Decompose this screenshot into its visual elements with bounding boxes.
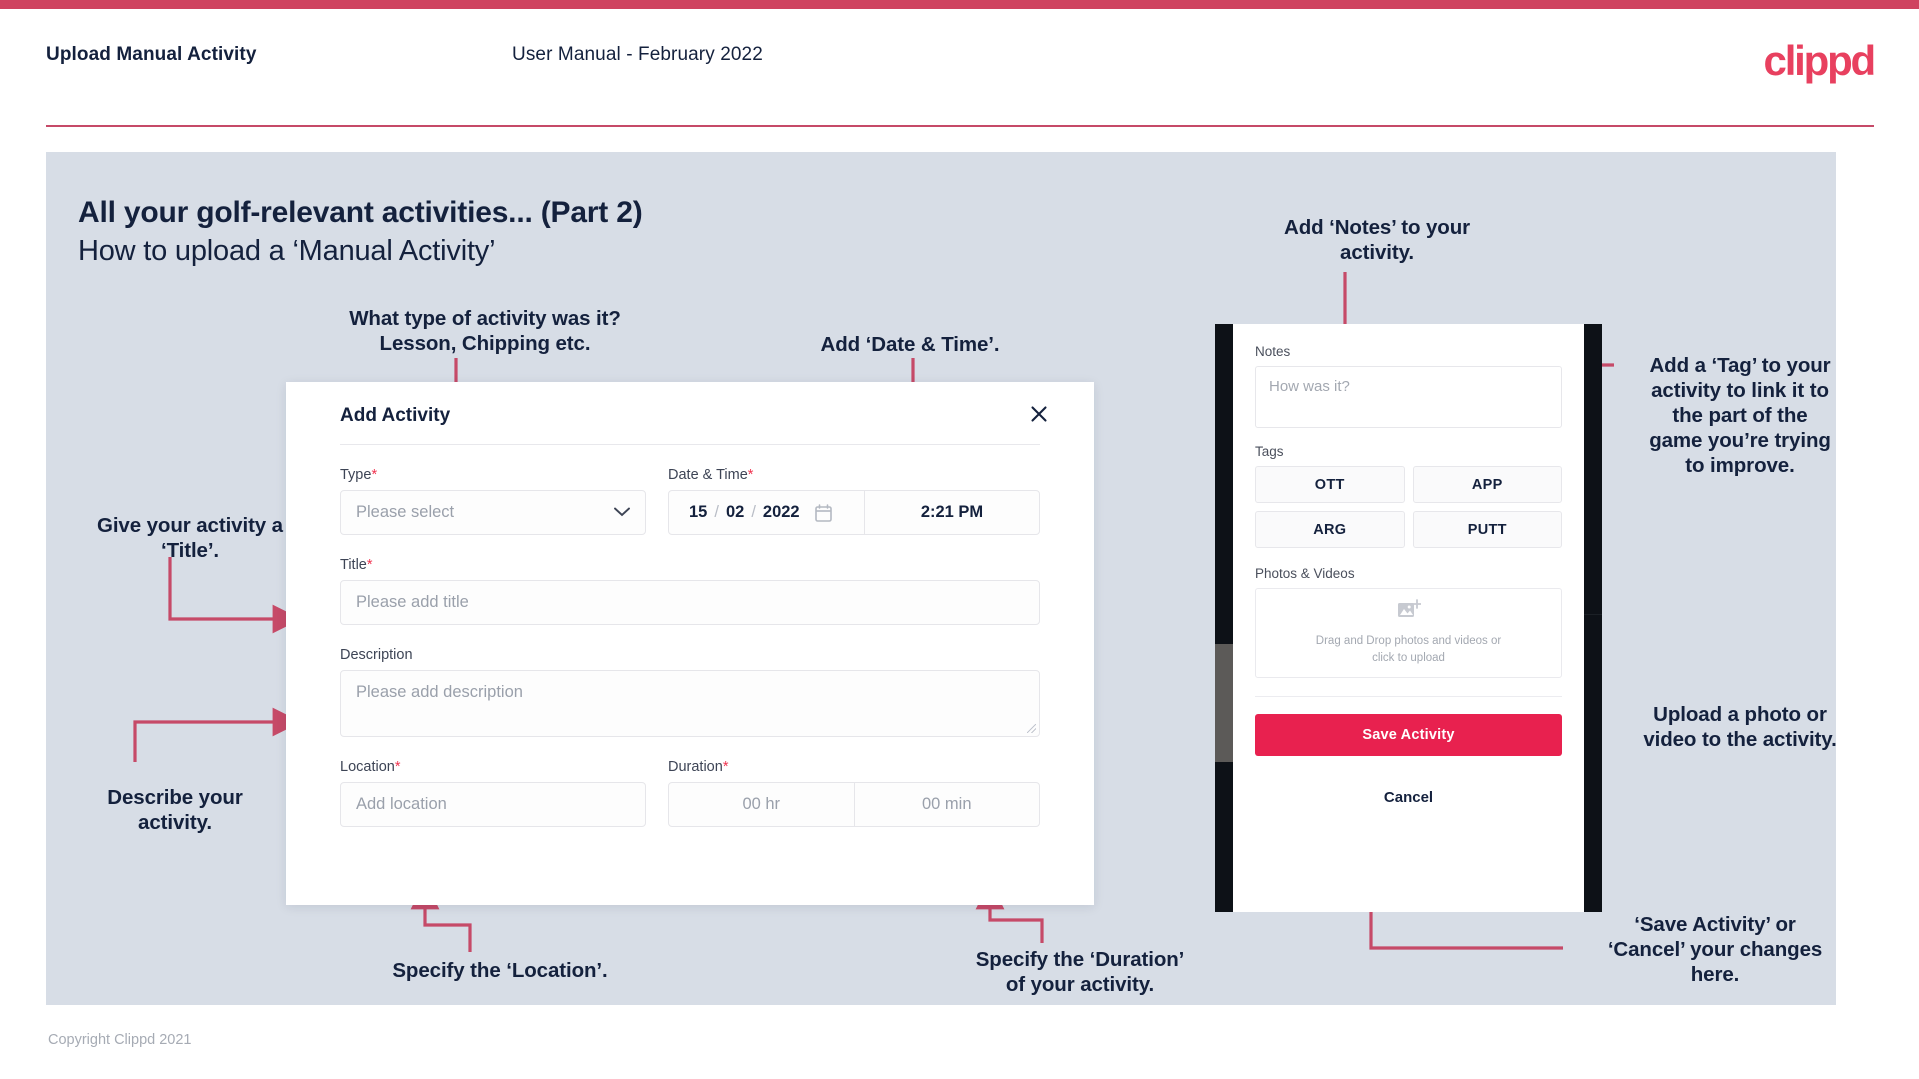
- annotation-upload: Upload a photo or video to the activity.: [1643, 703, 1837, 751]
- annotation-tag: Add a ‘Tag’ to your activity to link it …: [1649, 354, 1831, 477]
- field-description: Description Please add description: [286, 625, 1094, 737]
- required-marker: *: [371, 467, 378, 483]
- phone-mockup: Notes How was it? Tags OTT APP ARG PUTT …: [1215, 324, 1602, 912]
- phone-divider: [1255, 696, 1562, 697]
- required-marker: *: [722, 759, 729, 775]
- location-label: Location*: [340, 759, 401, 775]
- chevron-down-icon: [614, 505, 630, 520]
- time-input[interactable]: 2:21 PM: [865, 491, 1039, 534]
- top-accent-bar: [0, 0, 1919, 9]
- dropzone-line1: Drag and Drop photos and videos or: [1315, 635, 1502, 648]
- save-activity-button[interactable]: Save Activity: [1255, 714, 1562, 756]
- field-type: Type* Please select: [340, 467, 646, 535]
- notes-input[interactable]: How was it?: [1255, 366, 1562, 428]
- description-textarea[interactable]: Please add description: [340, 670, 1040, 737]
- annotation-type: What type of activity was it? Lesson, Ch…: [349, 307, 621, 355]
- duration-minutes-input[interactable]: 00 min: [855, 783, 1040, 826]
- cancel-button[interactable]: Cancel: [1255, 789, 1562, 806]
- duration-hours-input[interactable]: 00 hr: [669, 783, 855, 826]
- tag-app[interactable]: APP: [1412, 466, 1562, 503]
- phone-volume-button: [1215, 644, 1233, 762]
- close-icon[interactable]: [1024, 399, 1054, 429]
- location-placeholder: Add location: [356, 795, 447, 813]
- field-title: Title* Please add title: [286, 535, 1094, 625]
- phone-side-button: [1584, 614, 1602, 615]
- date-day: 15: [689, 503, 708, 521]
- photos-label: Photos & Videos: [1255, 566, 1355, 581]
- slide-title: All your golf-relevant activities... (Pa…: [78, 196, 643, 229]
- form-row-location-duration: Location* Add location Duration* 00 hr 0…: [286, 737, 1094, 827]
- datetime-label: Date & Time*: [668, 467, 754, 483]
- phone-tags-section: Tags OTT APP ARG PUTT: [1233, 428, 1584, 548]
- notes-placeholder: How was it?: [1269, 378, 1350, 395]
- calendar-icon[interactable]: [814, 503, 832, 522]
- description-label: Description: [340, 647, 413, 663]
- annotation-duration: Specify the ‘Duration’ of your activity.: [975, 948, 1185, 996]
- clippd-logo: clippd: [1763, 37, 1877, 84]
- title-input[interactable]: Please add title: [340, 580, 1040, 625]
- phone-power-button: [1215, 794, 1233, 854]
- add-activity-dialog: Add Activity Type* Please select Date & …: [286, 382, 1094, 905]
- datetime-input-group: 15 / 02 / 2022 2:21 PM: [668, 490, 1040, 535]
- phone-bezel-left: [1215, 324, 1233, 912]
- annotation-description: Describe your activity.: [107, 786, 243, 834]
- date-year: 2022: [762, 503, 800, 521]
- slide-page: Upload Manual Activity User Manual - Feb…: [0, 0, 1919, 1079]
- required-marker: *: [747, 467, 754, 483]
- activity-form: Type* Please select Date & Time* 15 / 02…: [286, 445, 1094, 827]
- form-row-type-datetime: Type* Please select Date & Time* 15 / 02…: [286, 445, 1094, 535]
- photo-dropzone[interactable]: Drag and Drop photos and videos or click…: [1255, 588, 1562, 678]
- tags-grid: OTT APP ARG PUTT: [1255, 466, 1562, 548]
- type-label: Type*: [340, 467, 378, 483]
- phone-screen: Notes How was it? Tags OTT APP ARG PUTT …: [1233, 324, 1584, 912]
- description-placeholder: Please add description: [356, 683, 523, 701]
- annotation-datetime: Add ‘Date & Time’.: [820, 333, 1000, 356]
- dialog-title: Add Activity: [340, 405, 451, 426]
- tags-label: Tags: [1255, 444, 1284, 459]
- phone-photos-section: Photos & Videos Drag and Drop photos and…: [1233, 548, 1584, 678]
- title-placeholder: Please add title: [356, 593, 469, 611]
- dropzone-line2: click to upload: [1372, 652, 1445, 664]
- page-title: Upload Manual Activity: [46, 44, 257, 65]
- annotation-location: Specify the ‘Location’.: [392, 959, 608, 982]
- field-location: Location* Add location: [340, 759, 646, 827]
- date-input[interactable]: 15 / 02 / 2022: [669, 491, 865, 534]
- tag-putt[interactable]: PUTT: [1412, 511, 1562, 548]
- phone-footer-section: Save Activity Cancel: [1233, 678, 1584, 806]
- slide-subtitle: How to upload a ‘Manual Activity’: [78, 235, 496, 267]
- date-month: 02: [725, 503, 745, 521]
- type-placeholder: Please select: [356, 503, 455, 521]
- phone-notes-section: Notes How was it?: [1233, 324, 1584, 428]
- dropzone-text: Drag and Drop photos and videos or click…: [1316, 633, 1501, 666]
- tag-ott[interactable]: OTT: [1255, 466, 1405, 503]
- notes-label: Notes: [1255, 344, 1291, 359]
- field-datetime: Date & Time* 15 / 02 / 2022 2:21 PM: [668, 467, 1040, 535]
- date-sep-1: /: [714, 503, 719, 521]
- dialog-header: Add Activity: [286, 382, 1094, 445]
- tag-arg[interactable]: ARG: [1255, 511, 1405, 548]
- add-image-icon: [1397, 599, 1422, 626]
- date-sep-2: /: [751, 503, 756, 521]
- required-marker: *: [366, 557, 373, 573]
- type-select[interactable]: Please select: [340, 490, 646, 535]
- duration-input-group: 00 hr 00 min: [668, 782, 1040, 827]
- annotation-save-cancel: ‘Save Activity’ or ‘Cancel’ your changes…: [1607, 913, 1823, 986]
- required-marker: *: [394, 759, 401, 775]
- copyright-footer: Copyright Clippd 2021: [48, 1032, 192, 1048]
- annotation-notes: Add ‘Notes’ to your activity.: [1283, 216, 1471, 264]
- title-label: Title*: [340, 557, 373, 573]
- header-subtitle: User Manual - February 2022: [512, 44, 763, 65]
- phone-bezel-right: [1584, 324, 1602, 912]
- location-input[interactable]: Add location: [340, 782, 646, 827]
- duration-label: Duration*: [668, 759, 729, 775]
- header-divider: [46, 125, 1874, 127]
- field-duration: Duration* 00 hr 00 min: [668, 759, 1040, 827]
